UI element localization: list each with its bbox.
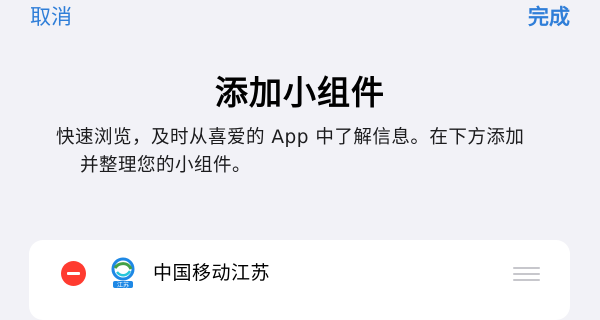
page-description: 快速浏览，及时从喜爱的 App 中了解信息。在下方添加 并整理您的小组件。 [56, 124, 556, 180]
description-line-1: 快速浏览，及时从喜爱的 App 中了解信息。在下方添加 [56, 127, 525, 148]
widget-list-card: 江苏 中国移动江苏 [29, 240, 570, 320]
china-mobile-icon: 江苏 [106, 256, 140, 290]
remove-widget-button[interactable] [61, 261, 86, 286]
widget-item-label: 中国移动江苏 [153, 262, 271, 284]
done-button[interactable]: 完成 [528, 2, 570, 32]
app-icon-text: 江苏 [117, 281, 129, 289]
page-title: 添加小组件 [215, 73, 385, 112]
cancel-button[interactable]: 取消 [30, 2, 72, 32]
reorder-handle-icon[interactable] [513, 267, 540, 281]
description-line-2: 并整理您的小组件。 [80, 155, 252, 176]
